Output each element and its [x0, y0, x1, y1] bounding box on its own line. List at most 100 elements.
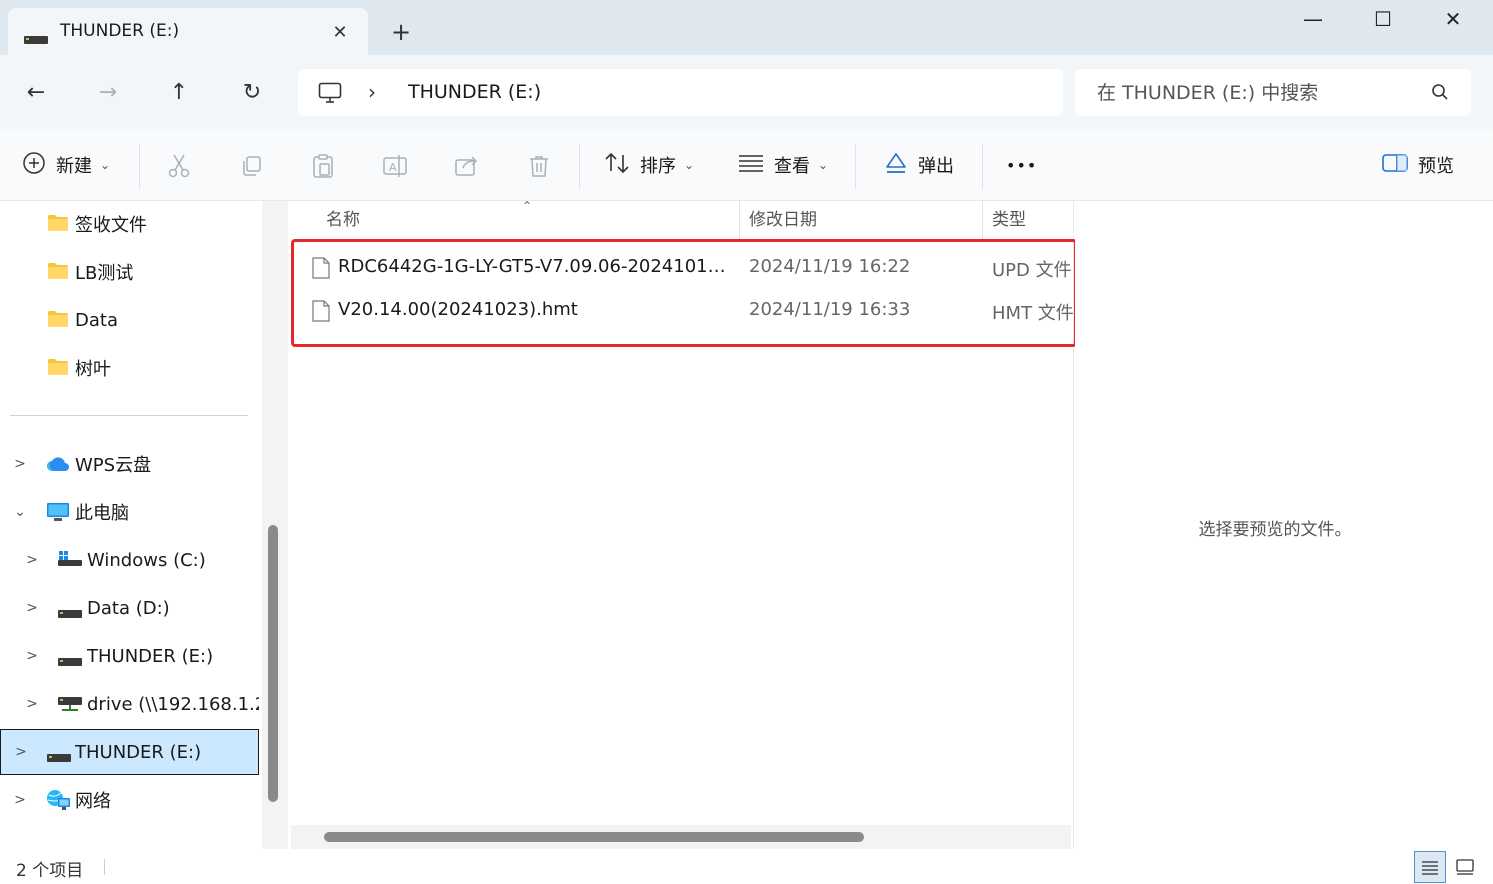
file-row[interactable]: V20.14.00(20241023).hmt 2024/11/19 16:33… [306, 291, 1074, 331]
preview-pane: 选择要预览的文件。 [1075, 201, 1493, 849]
chevron-right-icon[interactable]: > [12, 744, 30, 760]
forward-button[interactable]: → [90, 75, 126, 111]
sidebar-item-windows-c[interactable]: > Windows (C:) [0, 537, 259, 583]
column-divider[interactable] [739, 201, 740, 239]
rename-icon[interactable]: A [380, 151, 410, 181]
navigation-bar: ← → ↑ ↻ › THUNDER (E:) [0, 55, 1493, 129]
file-name: V20.14.00(20241023).hmt [338, 299, 578, 320]
sidebar-item-label: 此电脑 [75, 503, 129, 524]
large-icons-view-button[interactable] [1449, 851, 1481, 883]
sidebar-item-label: WPS云盘 [75, 455, 152, 476]
sidebar-item-thunder-e[interactable]: > THUNDER (E:) [0, 633, 259, 679]
status-bar: 2 个项目 [0, 849, 1493, 884]
new-button[interactable]: 新建 ⌄ [22, 145, 110, 185]
sort-ascending-icon: ⌃ [522, 199, 533, 213]
status-divider [104, 859, 105, 875]
eject-button[interactable]: 弹出 [884, 145, 954, 185]
maximize-button[interactable]: ☐ [1358, 4, 1408, 34]
sidebar-item-this-pc[interactable]: ⌄ 此电脑 [0, 489, 259, 535]
new-tab-button[interactable]: + [386, 18, 416, 48]
sidebar-scrollbar[interactable] [262, 201, 288, 849]
chevron-right-icon[interactable]: > [23, 648, 41, 664]
chevron-down-icon: ⌄ [684, 158, 695, 172]
command-bar: 新建 ⌄ A 排序 ⌄ 查看 ⌄ 弹出 ••• 预览 [0, 129, 1493, 201]
file-list: ⌃ 名称 修改日期 类型 RDC6442G-1G-LY-GT5-V7.09.06… [288, 199, 1074, 849]
sidebar-scrollbar-thumb[interactable] [268, 525, 278, 802]
share-icon[interactable] [452, 151, 482, 181]
tab-close-icon[interactable]: ✕ [326, 19, 354, 47]
chevron-down-icon[interactable]: ⌄ [11, 504, 29, 520]
sidebar-item-label: Windows (C:) [87, 549, 206, 571]
preview-empty-text: 选择要预览的文件。 [1198, 520, 1352, 540]
eject-label: 弹出 [918, 156, 954, 177]
more-options-button[interactable]: ••• [1006, 145, 1037, 185]
details-view-button[interactable] [1414, 851, 1446, 883]
minimize-button[interactable]: — [1288, 4, 1338, 34]
list-view-icon [738, 153, 764, 178]
sidebar-item-signoff-files[interactable]: 签收文件 [0, 201, 259, 247]
sidebar-item-data-d[interactable]: > Data (D:) [0, 585, 259, 631]
monitor-icon [46, 502, 70, 527]
column-header-type[interactable]: 类型 [992, 201, 1026, 239]
tab-title: THUNDER (E:) [60, 21, 180, 41]
column-divider[interactable] [982, 201, 983, 239]
preview-pane-icon [1382, 153, 1408, 178]
file-type: UPD 文件 [992, 260, 1072, 281]
chevron-right-icon[interactable]: > [11, 456, 29, 472]
computer-icon[interactable] [318, 82, 342, 108]
sidebar-item-label: 树叶 [75, 359, 111, 380]
sidebar-item-wps-cloud[interactable]: > WPS云盘 [0, 441, 259, 487]
eject-icon [884, 151, 908, 180]
chevron-right-icon[interactable]: > [23, 600, 41, 616]
sidebar-item-leaves[interactable]: 树叶 [0, 345, 259, 391]
sidebar-item-thunder-e-selected[interactable]: > THUNDER (E:) [0, 729, 259, 775]
chevron-right-icon[interactable]: > [11, 792, 29, 808]
sidebar-item-network[interactable]: > 网络 [0, 777, 259, 823]
column-header-date[interactable]: 修改日期 [749, 201, 817, 239]
breadcrumb-current[interactable]: THUNDER (E:) [408, 81, 541, 103]
sort-button[interactable]: 排序 ⌄ [604, 145, 694, 185]
up-button[interactable]: ↑ [161, 75, 197, 111]
sidebar-divider [10, 415, 248, 416]
toolbar-divider [855, 143, 856, 189]
search-input[interactable] [1075, 69, 1415, 116]
chevron-right-icon[interactable]: > [23, 552, 41, 568]
sidebar-item-network-drive[interactable]: > drive (\\192.168.1.25 [0, 681, 259, 727]
title-bar: THUNDER (E:) ✕ + — ☐ ✕ [0, 0, 1493, 55]
close-window-button[interactable]: ✕ [1428, 4, 1478, 34]
tab-thunder[interactable]: THUNDER (E:) ✕ [8, 8, 368, 55]
horizontal-scrollbar-thumb[interactable] [324, 832, 864, 842]
sidebar-item-label: 签收文件 [75, 215, 147, 236]
folder-icon [47, 310, 69, 333]
drive-icon [47, 747, 71, 768]
network-drive-icon [58, 695, 82, 718]
address-bar[interactable]: › THUNDER (E:) [298, 69, 1063, 116]
paste-icon[interactable] [308, 151, 338, 181]
toolbar-divider [982, 143, 983, 189]
column-header-name[interactable]: 名称 [326, 201, 360, 239]
search-icon[interactable] [1431, 83, 1449, 105]
file-name: RDC6442G-1G-LY-GT5-V7.09.06-20241018... [338, 256, 733, 277]
chevron-down-icon: ⌄ [100, 158, 111, 172]
view-button[interactable]: 查看 ⌄ [738, 145, 828, 185]
tiles-view-icon [1456, 859, 1474, 875]
breadcrumb-chevron-icon[interactable]: › [368, 80, 376, 104]
copy-icon[interactable] [236, 151, 266, 181]
chevron-right-icon[interactable]: > [23, 696, 41, 712]
preview-pane-button[interactable]: 预览 [1382, 145, 1454, 185]
sidebar-item-label: LB测试 [75, 263, 134, 284]
file-row[interactable]: RDC6442G-1G-LY-GT5-V7.09.06-20241018... … [306, 248, 1072, 288]
back-button[interactable]: ← [18, 75, 54, 111]
sidebar-item-lb-test[interactable]: LB测试 [0, 249, 259, 295]
plus-circle-icon [22, 151, 46, 180]
horizontal-scrollbar[interactable] [291, 825, 1071, 849]
sidebar-item-label: drive (\\192.168.1.25 [87, 693, 259, 715]
windows-drive-icon [58, 550, 82, 573]
folder-icon [47, 214, 69, 237]
refresh-button[interactable]: ↻ [234, 75, 270, 111]
delete-icon[interactable] [524, 151, 554, 181]
sidebar-item-data[interactable]: Data [0, 297, 259, 343]
search-box[interactable] [1075, 69, 1471, 116]
drive-icon [24, 30, 48, 49]
cut-icon[interactable] [164, 151, 194, 181]
